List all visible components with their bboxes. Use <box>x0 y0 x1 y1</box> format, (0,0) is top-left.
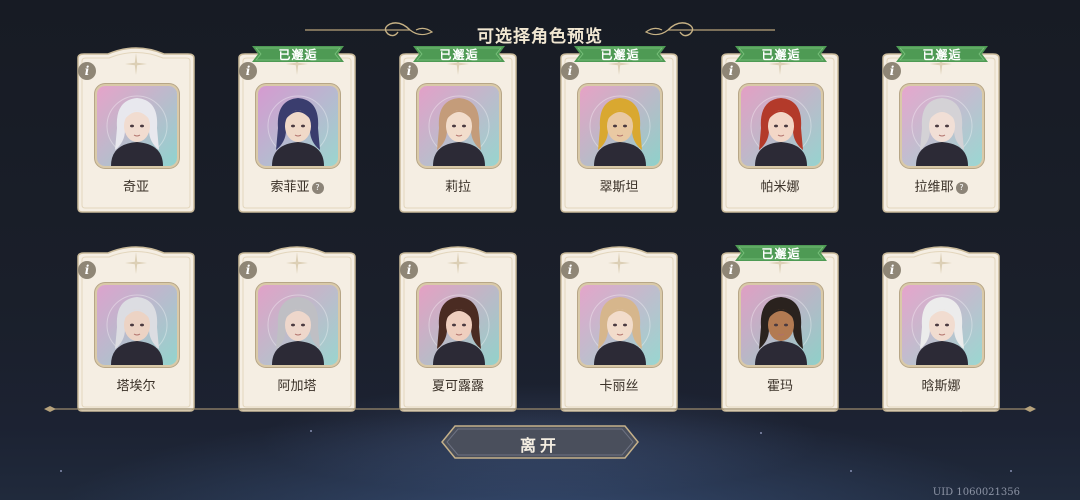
character-name: 拉维耶? <box>877 176 1005 195</box>
character-name-text: 卡丽丝 <box>599 379 639 394</box>
info-icon[interactable]: i <box>722 62 740 80</box>
character-name: 晗斯娜 <box>877 375 1005 394</box>
character-name-text: 塔埃尔 <box>116 379 156 394</box>
character-name-text: 霍玛 <box>766 379 793 394</box>
info-icon[interactable]: i <box>78 62 96 80</box>
sparkle-icon <box>447 252 469 274</box>
character-portrait <box>419 86 499 166</box>
info-icon[interactable]: i <box>400 62 418 80</box>
sparkle-icon <box>125 252 147 274</box>
character-card[interactable]: i 翠斯坦 已邂逅 <box>555 46 683 214</box>
met-ribbon: 已邂逅 <box>896 44 988 64</box>
character-name-text: 帕米娜 <box>760 180 800 195</box>
info-icon[interactable]: i <box>78 261 96 279</box>
character-portrait <box>258 285 338 365</box>
info-icon[interactable]: i <box>400 261 418 279</box>
sparkle-icon <box>608 252 630 274</box>
sparkle-icon <box>125 53 147 75</box>
character-name-text: 翠斯坦 <box>599 180 639 195</box>
met-ribbon-label: 已邂逅 <box>278 48 318 62</box>
met-ribbon: 已邂逅 <box>735 243 827 263</box>
character-name-text: 拉维耶 <box>914 180 954 195</box>
info-icon[interactable]: i <box>561 62 579 80</box>
character-name-text: 奇亚 <box>122 180 149 195</box>
info-icon[interactable]: i <box>883 261 901 279</box>
character-portrait <box>97 285 177 365</box>
question-badge-icon: ? <box>955 182 968 194</box>
character-card[interactable]: i 霍玛 已邂逅 <box>716 245 844 413</box>
character-card[interactable]: i 索菲亚? 已邂逅 <box>233 46 361 214</box>
character-portrait <box>419 285 499 365</box>
character-name-text: 晗斯娜 <box>921 379 961 394</box>
character-name-text: 索菲亚 <box>270 180 310 195</box>
character-portrait <box>97 86 177 166</box>
character-card[interactable]: i 莉拉 已邂逅 <box>394 46 522 214</box>
character-portrait <box>258 86 338 166</box>
character-name: 夏可露露 <box>394 375 522 394</box>
info-icon[interactable]: i <box>561 261 579 279</box>
met-ribbon: 已邂逅 <box>574 44 666 64</box>
character-name: 帕米娜 <box>716 176 844 195</box>
character-portrait <box>902 86 982 166</box>
character-card[interactable]: i 帕米娜 已邂逅 <box>716 46 844 214</box>
sparkle-icon <box>286 252 308 274</box>
character-card[interactable]: i 阿加塔 <box>233 245 361 413</box>
character-name: 塔埃尔 <box>72 375 200 394</box>
character-name-text: 夏可露露 <box>431 379 484 394</box>
character-name: 翠斯坦 <box>555 176 683 195</box>
character-portrait <box>902 285 982 365</box>
met-ribbon-label: 已邂逅 <box>600 48 640 62</box>
met-ribbon-label: 已邂逅 <box>761 48 801 62</box>
info-icon[interactable]: i <box>239 62 257 80</box>
character-card[interactable]: i 奇亚 <box>72 46 200 214</box>
character-name-text: 阿加塔 <box>277 379 317 394</box>
met-ribbon: 已邂逅 <box>252 44 344 64</box>
character-card[interactable]: i 塔埃尔 <box>72 245 200 413</box>
character-name: 阿加塔 <box>233 375 361 394</box>
character-name: 莉拉 <box>394 176 522 195</box>
info-icon[interactable]: i <box>883 62 901 80</box>
character-name-text: 莉拉 <box>444 180 471 195</box>
info-icon[interactable]: i <box>239 261 257 279</box>
character-card[interactable]: i 晗斯娜 <box>877 245 1005 413</box>
character-card[interactable]: i 拉维耶? 已邂逅 <box>877 46 1005 214</box>
character-name: 卡丽丝 <box>555 375 683 394</box>
divider <box>44 406 1036 412</box>
question-badge-icon: ? <box>311 182 324 194</box>
uid-label: UID 1060021356 <box>932 487 1020 498</box>
character-portrait <box>580 86 660 166</box>
leave-button[interactable]: 离开 <box>441 425 639 459</box>
character-name: 奇亚 <box>72 176 200 195</box>
character-card[interactable]: i 卡丽丝 <box>555 245 683 413</box>
met-ribbon: 已邂逅 <box>735 44 827 64</box>
character-portrait <box>580 285 660 365</box>
character-card[interactable]: i 夏可露露 <box>394 245 522 413</box>
character-name: 霍玛 <box>716 375 844 394</box>
met-ribbon-label: 已邂逅 <box>439 48 479 62</box>
character-name: 索菲亚? <box>233 176 361 195</box>
sparkle-icon <box>930 252 952 274</box>
met-ribbon: 已邂逅 <box>413 44 505 64</box>
character-portrait <box>741 86 821 166</box>
leave-button-label: 离开 <box>519 436 560 455</box>
met-ribbon-label: 已邂逅 <box>761 247 801 261</box>
character-portrait <box>741 285 821 365</box>
met-ribbon-label: 已邂逅 <box>922 48 962 62</box>
info-icon[interactable]: i <box>722 261 740 279</box>
